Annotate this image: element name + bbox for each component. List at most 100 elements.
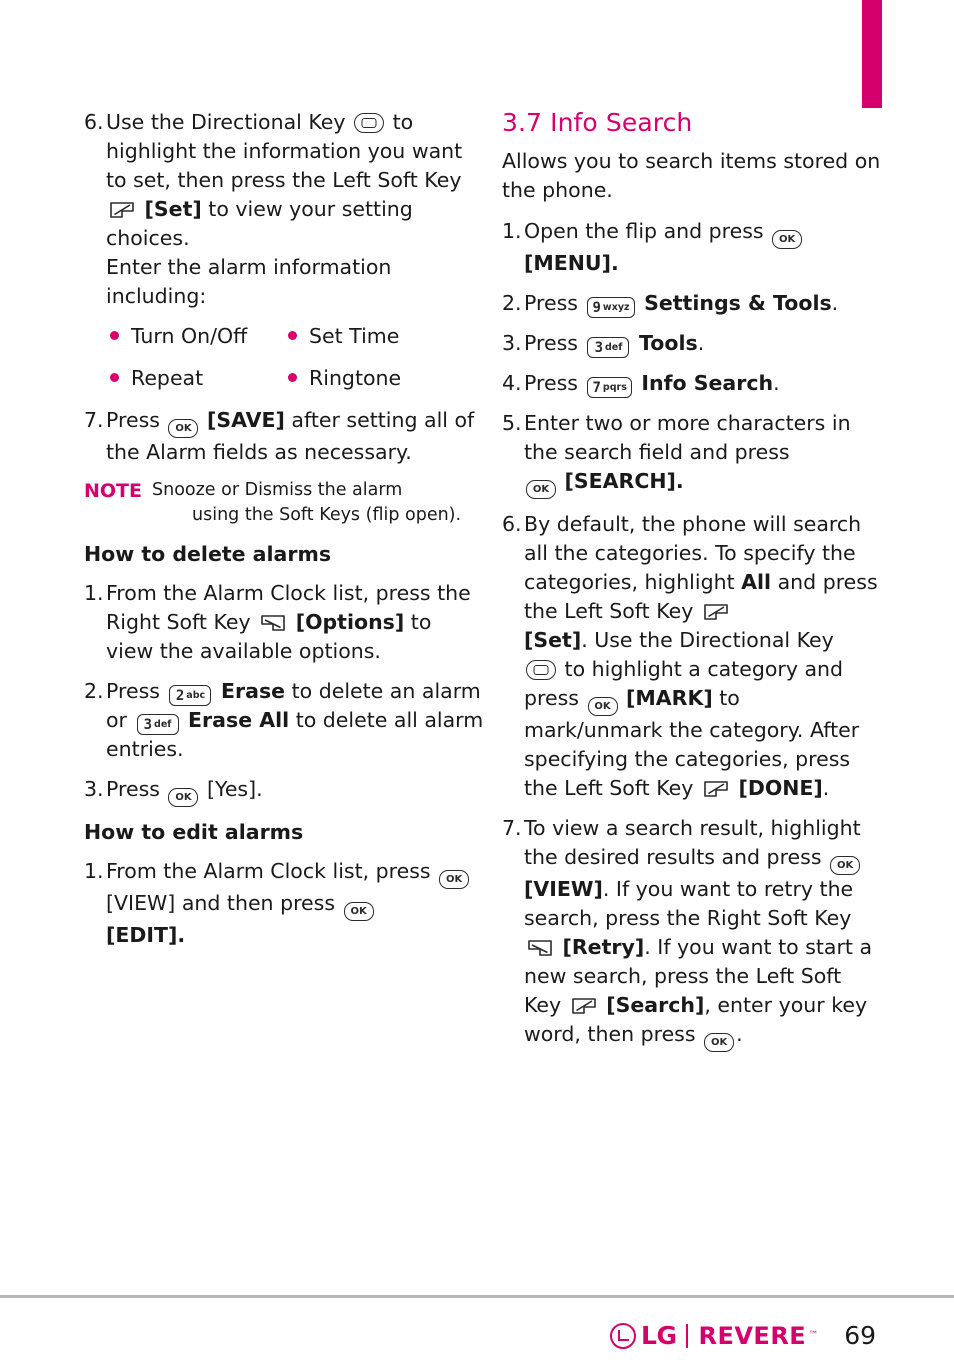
info3-text-1: Press (524, 331, 578, 355)
list-item-step7: 7. Press OK [SAVE] after setting all of … (84, 406, 484, 467)
left-soft-key-icon (703, 779, 729, 799)
step-body: By default, the phone will search all th… (524, 510, 884, 803)
step-body: Press 9 wxyz Settings & Tools. (524, 289, 884, 318)
info4-text-2: . (773, 371, 780, 395)
left-soft-key-icon (571, 996, 597, 1016)
step-number: 3. (84, 777, 104, 801)
key-letters: abc (186, 690, 206, 701)
edit1-edit-label: [EDIT]. (106, 923, 186, 947)
key-digit: 3 (594, 340, 603, 356)
left-soft-key-icon (109, 200, 135, 220)
key-letters: pqrs (602, 382, 627, 393)
section-intro: Allows you to search items stored on the… (502, 149, 881, 202)
logo-divider (686, 1323, 689, 1348)
step-body: Enter two or more characters in the sear… (524, 409, 884, 499)
ok-key-icon: OK (343, 902, 374, 921)
bullet-label: Ringtone (309, 366, 402, 390)
info7-search-label: [Search] (606, 993, 705, 1017)
info6-mark-label: [MARK] (626, 686, 713, 710)
left-column: 6. Use the Directional Key to highlight … (84, 108, 484, 1063)
step-body: Press 3 def Tools. (524, 329, 884, 358)
lg-logo: LG REVERE ™ (610, 1321, 818, 1350)
step-number: 3. (502, 331, 522, 355)
key-digit: 7 (592, 380, 601, 396)
page-number: 69 (844, 1321, 876, 1350)
page-columns: 6. Use the Directional Key to highlight … (0, 108, 954, 1063)
step-body: Press OK [Yes]. (106, 775, 484, 807)
info2-settings-tools-label: Settings & Tools (644, 291, 832, 315)
list-item-step6: 6. Use the Directional Key to highlight … (84, 108, 484, 311)
note-block: NOTE Snooze or Dismiss the alarm using t… (84, 478, 484, 528)
bullet-label: Set Time (309, 324, 400, 348)
delete1-options-label: [Options] (295, 610, 405, 634)
step-body: Press OK [SAVE] after setting all of the… (106, 406, 484, 467)
key-digit: 2 (175, 688, 185, 704)
step7-text-1: Press (106, 408, 160, 432)
bullet-item: Turn On/Off (110, 322, 288, 350)
info5-search-label: [SEARCH]. (564, 469, 684, 493)
delete2-text-1: Press (106, 679, 160, 703)
info5-text-1: Enter two or more characters in the sear… (524, 411, 851, 464)
info2-text-1: Press (524, 291, 578, 315)
step7-save-label: [SAVE] (207, 408, 285, 432)
list-item-info-6: 6. By default, the phone will search all… (502, 510, 884, 803)
step-body: From the Alarm Clock list, press the Rig… (106, 579, 484, 666)
step-number: 7. (502, 816, 522, 840)
subheading-delete-alarms: How to delete alarms (84, 542, 332, 566)
info6-done-label: [DONE] (738, 776, 823, 800)
step-body: Open the flip and press OK [MENU]. (524, 217, 884, 278)
trademark-symbol: ™ (808, 1330, 819, 1341)
delete2-erase-all-label: Erase All (188, 708, 290, 732)
lg-wordmark: LG (641, 1321, 677, 1350)
step-number: 1. (84, 581, 104, 605)
manual-page: 6. Use the Directional Key to highlight … (0, 0, 954, 1372)
ok-key-icon: OK (704, 1033, 735, 1052)
step-number: 6. (84, 110, 104, 134)
step6-set-label: [Set] (144, 197, 202, 221)
list-item-info-3: 3. Press 3 def Tools. (502, 329, 884, 358)
info3-text-2: . (697, 331, 705, 355)
edit1-text-1: From the Alarm Clock list, press (106, 859, 431, 883)
bullet-row: Repeat Ringtone (110, 364, 450, 392)
step-body: Press 2 abc Erase to delete an alarm or 3… (106, 677, 484, 764)
directional-key-icon (526, 660, 556, 680)
list-item-delete-3: 3. Press OK [Yes]. (84, 775, 484, 807)
step-number: 1. (84, 859, 104, 883)
bullet-dot-icon (288, 373, 297, 382)
step-body: Use the Directional Key to highlight the… (106, 108, 484, 311)
ok-key-icon: OK (772, 230, 803, 249)
list-item-delete-2: 2. Press 2 abc Erase to delete an alarm o… (84, 677, 484, 764)
subheading-edit-alarms: How to edit alarms (84, 820, 304, 844)
edit1-view-label: [VIEW] (106, 891, 176, 915)
key-digit: 3 (143, 717, 153, 733)
step-number: 1. (502, 219, 522, 243)
info6-text-3: . Use the Directional Key (581, 628, 834, 652)
step-number: 2. (502, 291, 522, 315)
step-number: 5. (502, 411, 522, 435)
key-digit: 9 (592, 300, 601, 316)
keypad-key-2-icon: 2 abc (169, 685, 212, 706)
bullet-label: Turn On/Off (131, 324, 248, 348)
key-letters: def (154, 719, 172, 730)
ok-key-icon: OK (526, 480, 556, 499)
step-body: Press 7 pqrs Info Search. (524, 369, 884, 398)
list-item-delete-1: 1. From the Alarm Clock list, press the … (84, 579, 484, 666)
info7-retry-label: [Retry] (562, 935, 645, 959)
right-soft-key-icon (260, 613, 286, 633)
step-number: 6. (502, 512, 522, 536)
step6-text-1: Use the Directional Key (106, 110, 346, 134)
keypad-key-3-icon: 3 def (587, 337, 630, 358)
info1-menu-label: [MENU]. (524, 251, 619, 275)
info1-text-1: Open the flip and press (524, 219, 764, 243)
list-item-info-1: 1. Open the flip and press OK [MENU]. (502, 217, 884, 278)
step-number: 7. (84, 408, 104, 432)
right-column: 3. 7 Info Search Allows you to search ite… (502, 108, 884, 1063)
bullet-item: Ringtone (288, 364, 401, 392)
info4-info-search-label: Info Search (641, 371, 774, 395)
delete2-erase-label: Erase (221, 679, 286, 703)
note-line-1: Snooze or Dismiss the alarm (152, 480, 403, 500)
info7-text-5: . (736, 1022, 743, 1046)
bullet-item: Repeat (110, 364, 288, 392)
bullet-row: Turn On/Off Set Time (110, 322, 450, 350)
footer-divider (0, 1295, 954, 1298)
